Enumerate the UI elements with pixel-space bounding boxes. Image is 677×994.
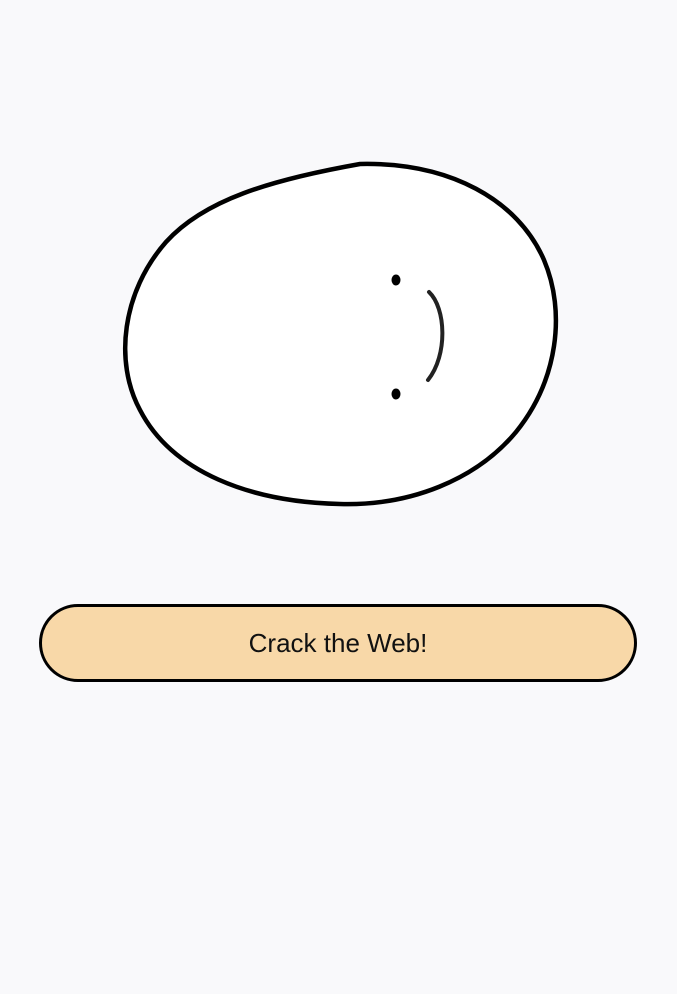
right-eye [391,388,401,400]
egg-outline [122,161,559,507]
egg-illustration [100,140,580,530]
page: Crack the Web! [0,0,677,994]
crack-the-web-button[interactable]: Crack the Web! [39,604,637,682]
left-eye [391,274,401,286]
egg-face-icon [122,161,559,507]
